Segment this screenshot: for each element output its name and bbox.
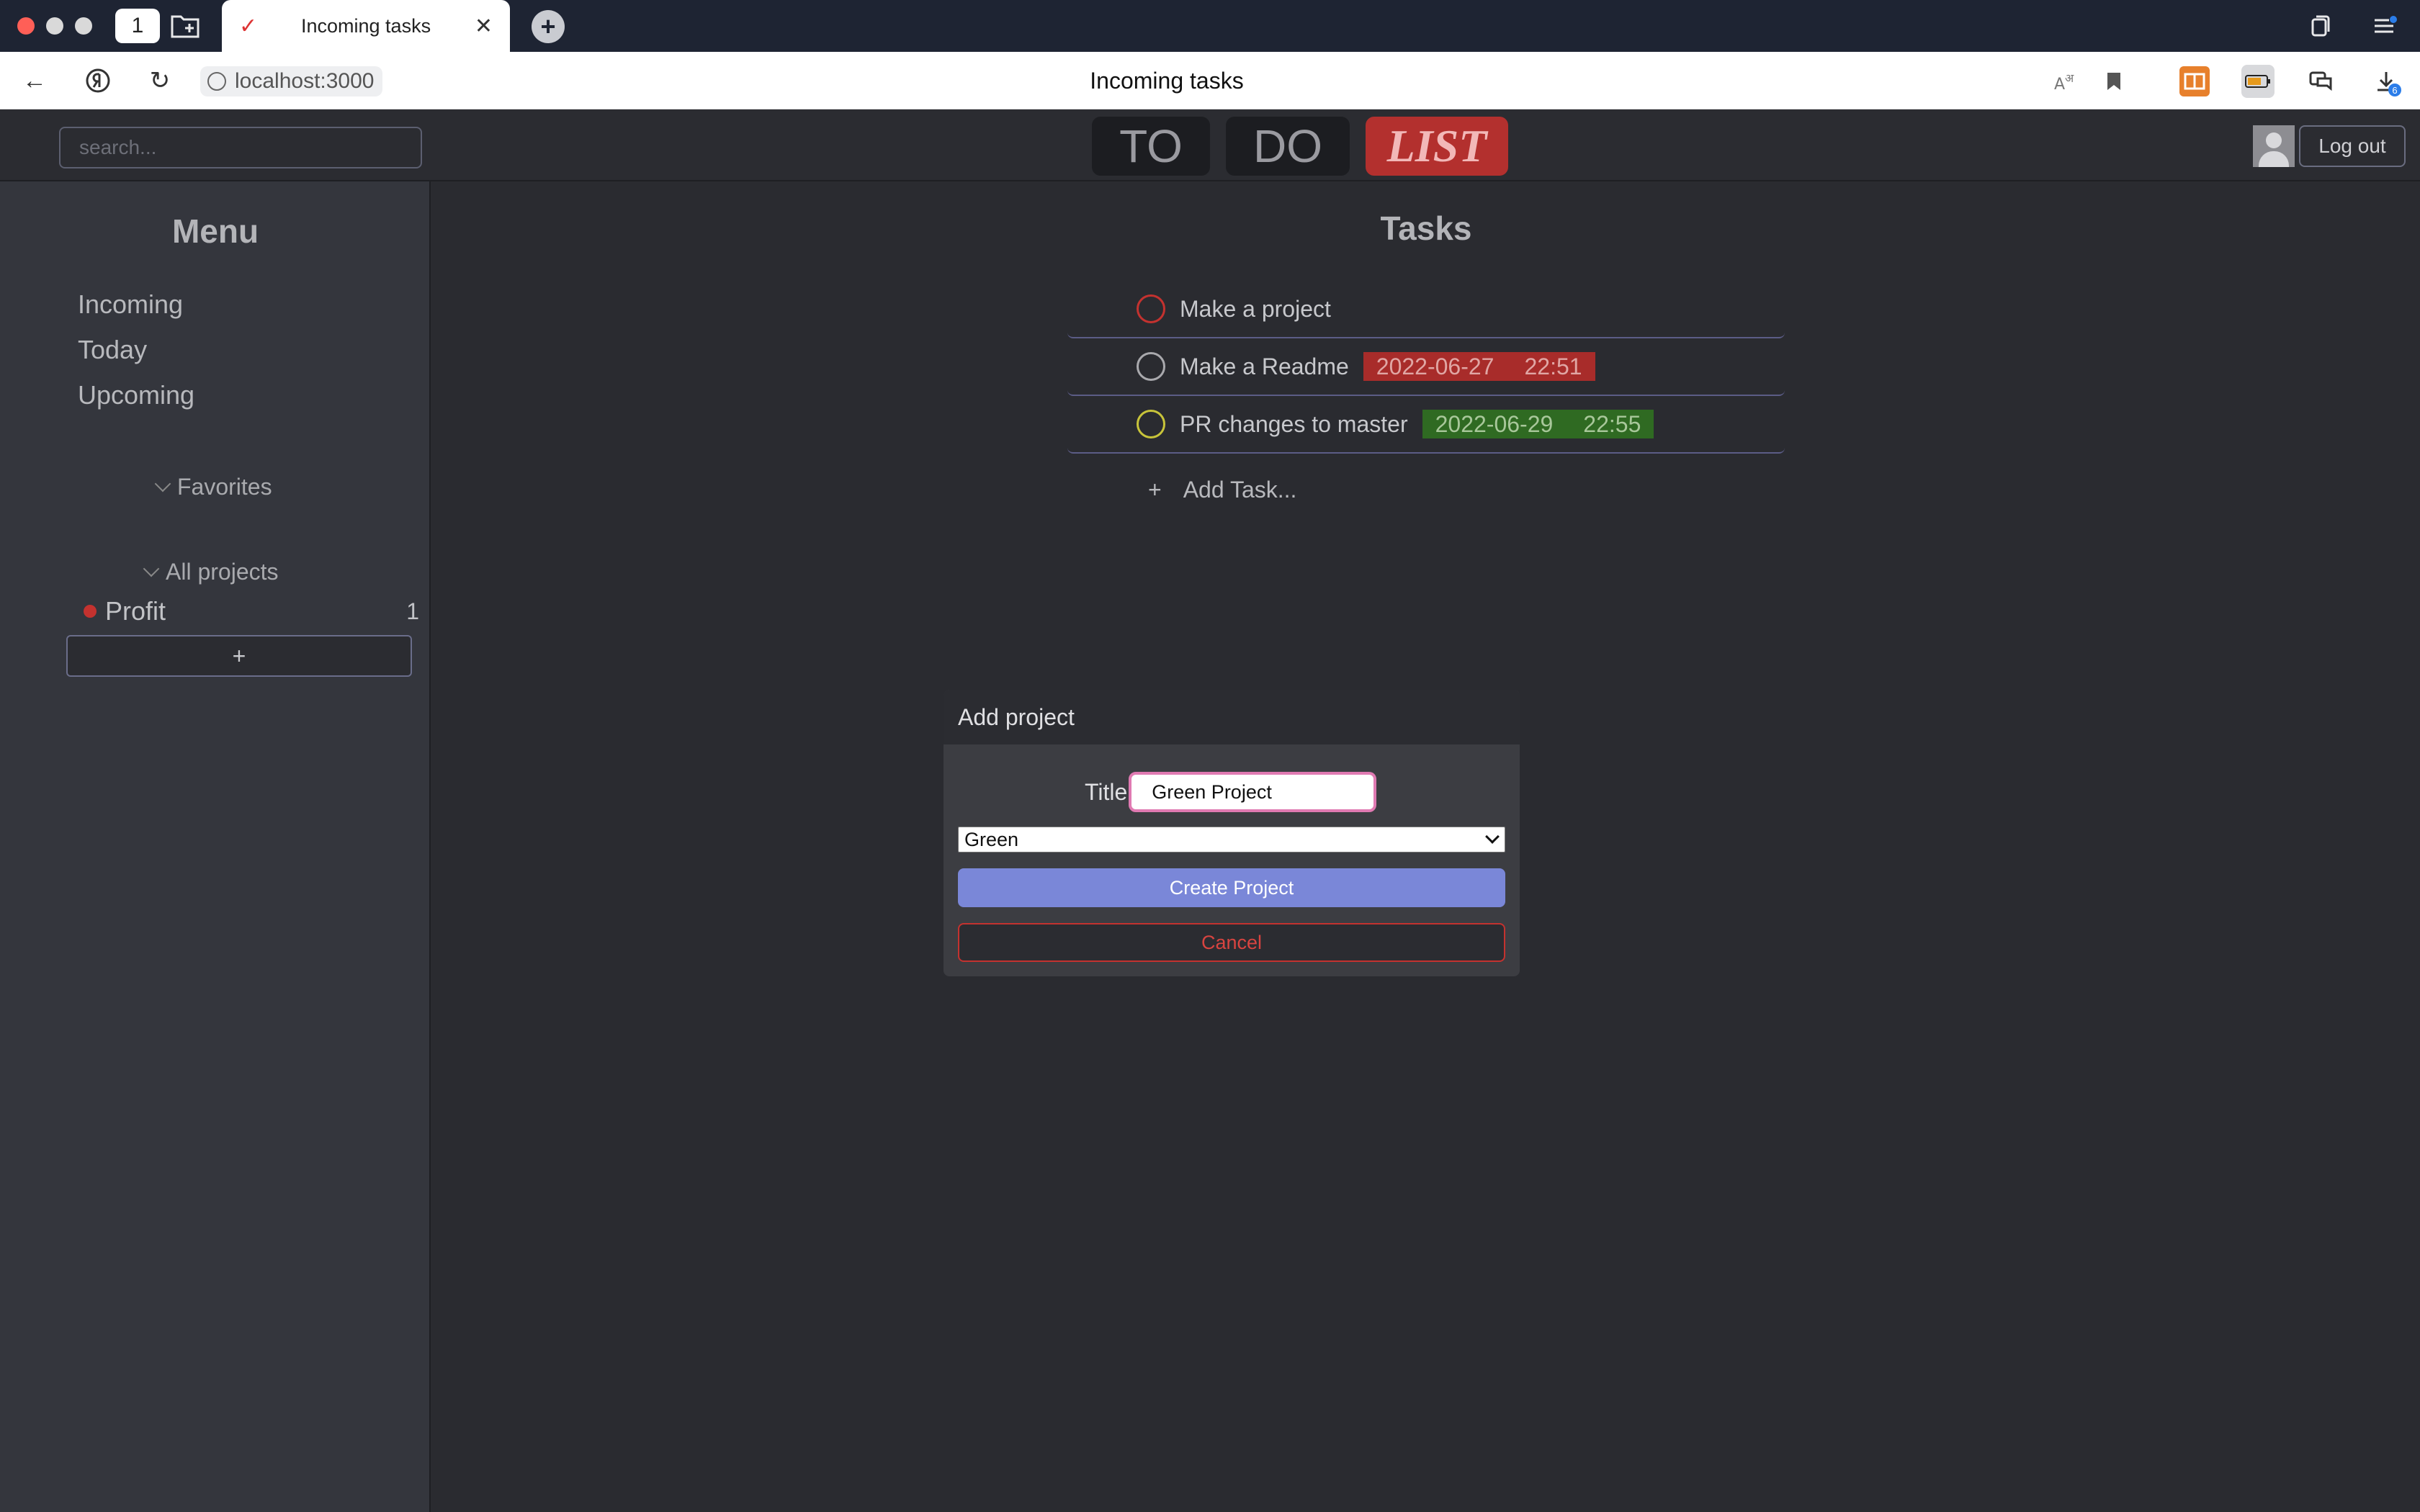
sidebar-item-upcoming[interactable]: Upcoming	[78, 380, 194, 410]
new-tab-folder-icon[interactable]	[167, 9, 203, 43]
svg-text:अ: अ	[2065, 71, 2074, 85]
browser-tab-title: Incoming tasks	[301, 14, 431, 37]
search-input[interactable]	[59, 127, 422, 168]
bookmark-icon[interactable]	[2097, 65, 2130, 98]
reader-extension-icon[interactable]	[2179, 66, 2210, 96]
downloads-badge: 6	[2388, 84, 2401, 96]
browser-menu-icon[interactable]	[2370, 10, 2401, 42]
downloads-icon[interactable]: 6	[2370, 65, 2403, 98]
browser-tab-active[interactable]: ✓ Incoming tasks ✕	[222, 0, 510, 52]
chevron-down-icon	[143, 560, 160, 577]
tab-close-icon[interactable]: ✕	[475, 14, 493, 39]
sidebar-project-profit[interactable]: Profit 1	[84, 595, 419, 628]
all-projects-toggle[interactable]: All projects	[143, 559, 279, 585]
chevron-down-icon	[154, 475, 171, 492]
tab-counter-button[interactable]: 1	[115, 9, 160, 43]
project-color-dot	[84, 605, 97, 618]
task-title: Make a project	[1180, 295, 1331, 322]
logo-to: TO	[1092, 117, 1210, 176]
avatar[interactable]	[2253, 125, 2295, 167]
new-tab-button[interactable]: +	[532, 10, 565, 43]
browser-tabstrip: 1 ✓ Incoming tasks ✕ +	[0, 0, 2420, 52]
window-minimize-button[interactable]	[46, 17, 63, 35]
page-title: Incoming tasks	[1090, 68, 1244, 94]
title-label: Title	[1085, 778, 1128, 805]
window-maximize-button[interactable]	[75, 17, 92, 35]
task-complete-checkbox[interactable]	[1137, 352, 1165, 381]
sidebar-item-today[interactable]: Today	[78, 335, 147, 365]
tasks-heading: Tasks	[1380, 210, 1472, 247]
task-due-date: 2022-06-27	[1376, 353, 1494, 379]
task-due-badge: 2022-06-27 22:51	[1363, 352, 1595, 381]
modal-title: Add project	[944, 690, 1520, 744]
task-due-badge: 2022-06-29 22:55	[1422, 410, 1654, 438]
create-project-button[interactable]: Create Project	[958, 868, 1505, 907]
task-row[interactable]: Make a project	[1067, 281, 1785, 338]
add-project-modal: Add project Title Green Create Project C…	[944, 690, 1520, 976]
chevron-down-icon	[1485, 829, 1500, 844]
color-select-value: Green	[964, 828, 1019, 850]
task-due-time: 22:55	[1583, 410, 1641, 437]
project-color-select[interactable]: Green	[958, 827, 1505, 852]
app-header: TO DO LIST Log out	[0, 109, 2420, 181]
cancel-button[interactable]: Cancel	[958, 923, 1505, 962]
tab-collections-icon[interactable]	[2305, 10, 2336, 42]
battery-saver-icon[interactable]	[2241, 65, 2275, 98]
logo-do: DO	[1226, 117, 1350, 176]
project-title-input[interactable]	[1129, 772, 1377, 812]
project-task-count: 1	[406, 598, 419, 624]
svg-text:A: A	[2054, 76, 2065, 92]
sidebar: Menu Incoming Today Upcoming Favorites A…	[0, 181, 431, 1512]
chat-icon[interactable]	[2305, 65, 2338, 98]
sidebar-item-incoming[interactable]: Incoming	[78, 289, 183, 320]
add-project-button[interactable]: +	[66, 635, 412, 677]
browser-address-bar: ← ↻ localhost:3000 Incoming tasks Aअ 6	[0, 52, 2420, 109]
title-row: Title	[1085, 772, 1377, 812]
task-due-date: 2022-06-29	[1435, 410, 1554, 437]
translate-icon[interactable]: Aअ	[2050, 65, 2083, 98]
add-task-button[interactable]: + Add Task...	[1148, 477, 1296, 503]
task-row[interactable]: PR changes to master 2022-06-29 22:55	[1067, 396, 1785, 454]
task-title: PR changes to master	[1180, 410, 1408, 437]
avatar-head	[2266, 132, 2282, 148]
favorites-label: Favorites	[177, 474, 272, 500]
plus-icon: +	[1148, 477, 1162, 503]
avatar-body	[2259, 151, 2289, 167]
checkmark-favicon-icon: ✓	[239, 14, 258, 38]
logout-button[interactable]: Log out	[2299, 125, 2406, 167]
add-task-label: Add Task...	[1183, 477, 1297, 503]
favorites-toggle[interactable]: Favorites	[154, 474, 272, 500]
logo-list: LIST	[1366, 117, 1508, 176]
task-complete-checkbox[interactable]	[1137, 410, 1165, 438]
task-row[interactable]: Make a Readme 2022-06-27 22:51	[1067, 338, 1785, 396]
window-close-button[interactable]	[17, 17, 35, 35]
all-projects-label: All projects	[166, 559, 279, 585]
task-due-time: 22:51	[1524, 353, 1582, 379]
menu-title: Menu	[171, 212, 259, 250]
page: 1 ✓ Incoming tasks ✕ + ← ↻ localhost:300…	[0, 0, 2420, 1512]
task-complete-checkbox[interactable]	[1137, 294, 1165, 323]
project-name: Profit	[105, 596, 166, 626]
task-title: Make a Readme	[1180, 353, 1349, 379]
